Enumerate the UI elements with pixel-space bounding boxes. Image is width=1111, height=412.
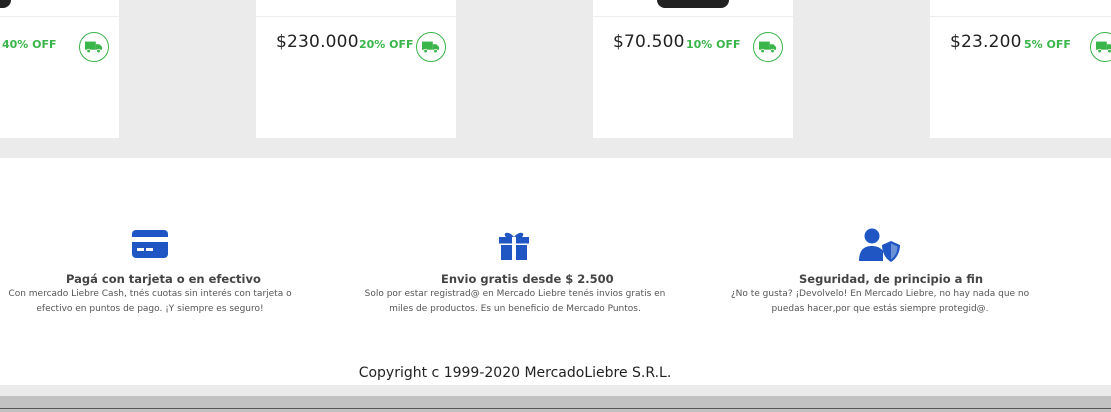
copyright-text: Copyright c 1999-2020 MercadoLiebre S.R.… — [358, 365, 672, 381]
discount-label: 5% OFF — [1024, 38, 1071, 51]
feature-description: Con mercado Liebre Cash, tnés cuotas sin… — [0, 287, 300, 317]
feature-description-line: Solo por estar registrad@ en Mercado Lie… — [364, 289, 666, 299]
credit-card-icon — [132, 230, 168, 262]
product-card[interactable]: $230.000 20% OFF — [256, 0, 456, 138]
feature-description-line: Con mercado Liebre Cash, tnés cuotas sin… — [8, 289, 292, 299]
feature-description-line: puedas hacer,por que estás siempre prote… — [771, 304, 989, 314]
product-strip: 40% OFF $230.000 20% OFF $70.500 10% OFF… — [0, 0, 1111, 158]
feature-title: Envio gratis desde $ 2.500 — [441, 272, 614, 286]
free-shipping-truck-icon — [753, 32, 783, 62]
divider — [0, 408, 1111, 409]
discount-label: 20% OFF — [359, 38, 414, 51]
product-image[interactable] — [930, 0, 1111, 17]
product-card[interactable]: $23.200 5% OFF — [930, 0, 1111, 138]
free-shipping-truck-icon — [79, 32, 109, 62]
gift-icon — [498, 230, 530, 264]
feature-title: Seguridad, de principio a fin — [799, 272, 984, 286]
product-image[interactable] — [0, 0, 119, 17]
free-shipping-truck-icon — [416, 32, 446, 62]
product-card[interactable]: 40% OFF — [0, 0, 119, 138]
product-price: $23.200 — [950, 32, 1022, 52]
free-shipping-truck-icon — [1090, 32, 1111, 62]
feature-description: ¿No te gusta? ¡Devolvelo! En Mercado Lie… — [720, 287, 1040, 317]
product-image[interactable] — [256, 0, 456, 17]
product-price: $230.000 — [276, 32, 359, 52]
product-price: $70.500 — [613, 32, 685, 52]
discount-label: 10% OFF — [686, 38, 741, 51]
product-image-edge — [657, 0, 729, 8]
feature-description-line: efectivo en puntos de pago. ¡Y siempre e… — [36, 304, 264, 314]
feature-description: Solo por estar registrad@ en Mercado Lie… — [360, 287, 670, 317]
feature-description-line: miles de productos. Es un beneficio de M… — [389, 304, 641, 314]
footer-band — [0, 385, 1111, 396]
horizontal-scrollbar[interactable] — [0, 396, 1111, 412]
feature-title: Pagá con tarjeta o en efectivo — [66, 272, 261, 286]
product-card[interactable]: $70.500 10% OFF — [593, 0, 793, 138]
feature-description-line: ¿No te gusta? ¡Devolvelo! En Mercado Lie… — [730, 289, 1030, 299]
discount-label: 40% OFF — [2, 38, 57, 51]
user-shield-icon — [859, 228, 901, 266]
features-section: Pagá con tarjeta o en efectivo Con merca… — [0, 158, 1111, 388]
